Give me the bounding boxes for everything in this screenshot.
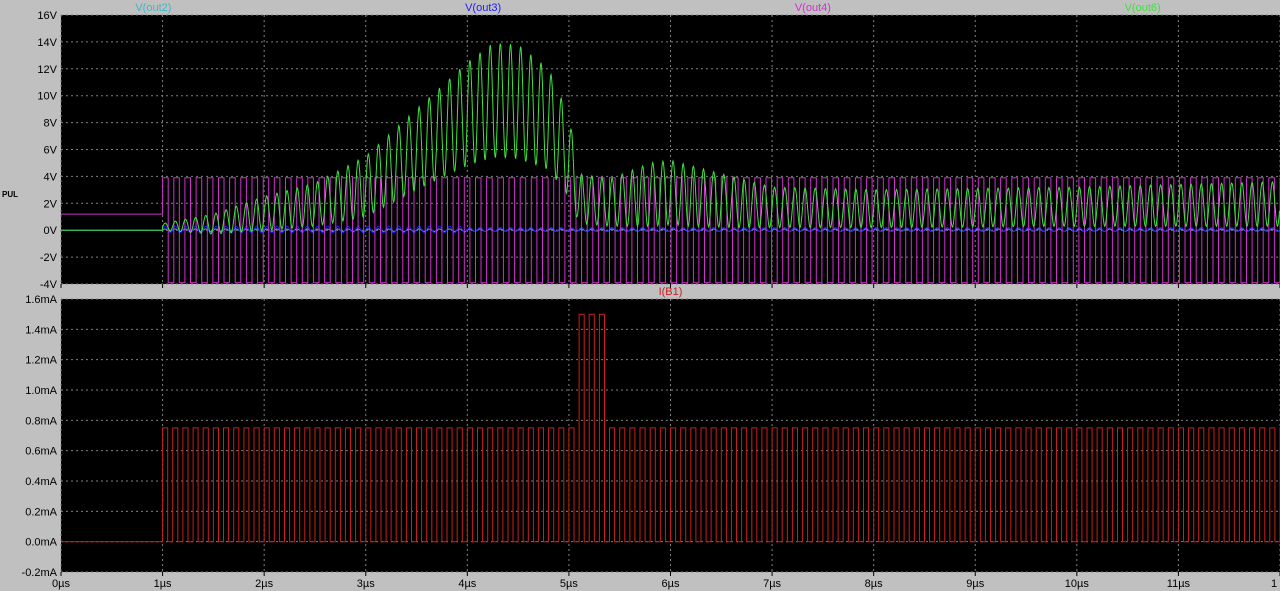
- y-tick-label: 0.2mA: [25, 506, 57, 518]
- legend-vout3: V(out3): [465, 2, 501, 14]
- y-tick-label: 16V: [37, 10, 57, 22]
- x-tick-label: 8µs: [865, 578, 883, 590]
- y-tick-label: -2V: [40, 252, 58, 264]
- y-tick-label: 0V: [44, 225, 58, 237]
- y-tick-label: 0.4mA: [25, 476, 57, 488]
- y-tick-label: 0.0mA: [25, 537, 57, 549]
- y-tick-label: 14V: [37, 37, 57, 49]
- y-tick-label: 4V: [44, 171, 58, 183]
- y-tick-label: 2V: [44, 198, 58, 210]
- legend-vout4: V(out4): [795, 2, 831, 14]
- y-tick-label: 1.6mA: [25, 294, 57, 306]
- plot-area[interactable]: -4V -2V 0V 2V 4V 6V 8V 10V 12V 14V 16V V(out2) V(out…: [0, 0, 1280, 591]
- y-tick-label: 0.8mA: [25, 415, 57, 427]
- x-tick-label: 11µs: [1167, 578, 1191, 590]
- y-tick-label: 1.4mA: [25, 324, 57, 336]
- y-tick-label: 6V: [44, 145, 58, 157]
- x-tick-label: 10µs: [1065, 578, 1090, 590]
- x-tick-label: 6µs: [662, 578, 680, 590]
- x-tick-label: 5µs: [560, 578, 578, 590]
- y-tick-label: -4V: [40, 279, 58, 291]
- x-tick-label: 1µs: [154, 578, 172, 590]
- y-tick-label: 8V: [44, 118, 58, 130]
- y-tick-label: 1.0mA: [25, 385, 57, 397]
- y-tick-label: 10V: [37, 91, 57, 103]
- legend-vout2: V(out2): [135, 2, 171, 14]
- x-tick-label: 3µs: [357, 578, 375, 590]
- x-tick-label: 4µs: [458, 578, 476, 590]
- waveform-viewer: PUL -4V -2V 0V 2V 4V 6V 8V 10V 12V 14V 16V V(out2) V…: [0, 0, 1280, 591]
- legend-ib1: I(B1): [659, 286, 683, 298]
- legend-vout6: V(out6): [1125, 2, 1161, 14]
- x-tick-label: 9µs: [966, 578, 984, 590]
- x-tick-label: 1: [1271, 578, 1277, 590]
- y-tick-label: 0.6mA: [25, 446, 57, 458]
- x-tick-label: 7µs: [763, 578, 781, 590]
- x-tick-label: 0µs: [52, 578, 70, 590]
- y-tick-label: 1.2mA: [25, 355, 57, 367]
- y-tick-label: 12V: [37, 64, 57, 76]
- x-tick-label: 2µs: [255, 578, 273, 590]
